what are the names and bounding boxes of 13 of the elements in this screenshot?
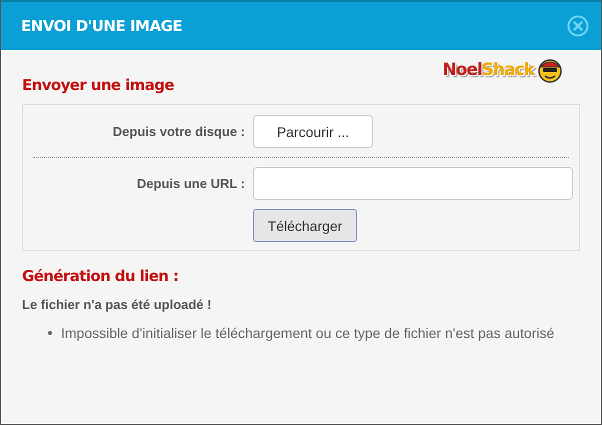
bullet-icon — [48, 331, 52, 335]
status-message: Le fichier n'a pas été uploadé ! — [22, 297, 212, 312]
section-heading: Génération du lien : — [22, 267, 180, 285]
error-text: Impossible d'initialiser le téléchargement ou ce type de fichier n'est pas autorisé — [61, 325, 554, 341]
url-field[interactable] — [253, 167, 573, 200]
browse-button[interactable]: Parcourir ... — [253, 115, 373, 148]
field-label: Depuis une URL : — [136, 176, 245, 191]
upload-button[interactable]: Télécharger — [253, 209, 357, 242]
close-icon[interactable] — [567, 15, 589, 37]
field-label: Depuis votre disque : — [112, 124, 245, 139]
window-title: ENVOI D'UNE IMAGE — [21, 17, 182, 35]
section-heading: Envoyer une image — [22, 76, 175, 94]
logo-text: NoelShack — [442, 60, 534, 80]
